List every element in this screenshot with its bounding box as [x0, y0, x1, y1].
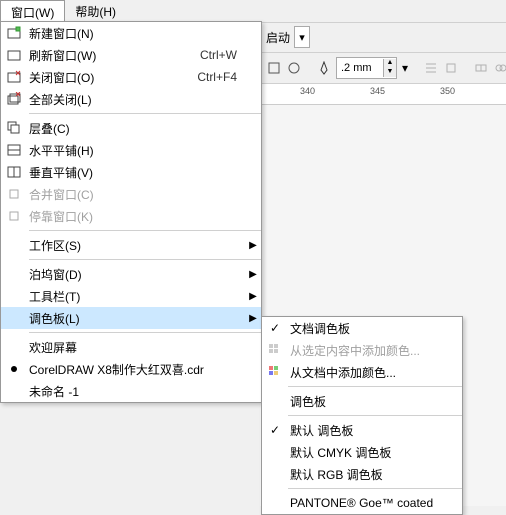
stroke-width-spinner[interactable]: .2 mm ▲▼: [336, 57, 397, 79]
menu-toolbars[interactable]: 工具栏(T) ▶: [1, 285, 261, 307]
menu-cascade[interactable]: 层叠(C): [1, 117, 261, 139]
stroke-dropdown[interactable]: ▾: [401, 55, 409, 81]
align-tool-icon[interactable]: [423, 55, 439, 81]
tool-btn-2[interactable]: [286, 55, 302, 81]
close-icon: [1, 70, 27, 84]
submenu-palette[interactable]: 调色板: [262, 390, 462, 412]
menu-doc-1[interactable]: CorelDRAW X8制作大红双喜.cdr: [1, 358, 261, 380]
chevron-right-icon: ▶: [245, 269, 261, 280]
menu-dock-window: 停靠窗口(K): [1, 205, 261, 227]
stroke-width-value: .2 mm: [337, 62, 383, 74]
menu-refresh-window[interactable]: 刷新窗口(W) Ctrl+W: [1, 44, 261, 66]
menu-palettes[interactable]: 调色板(L) ▶: [1, 307, 261, 329]
tool-btn-1[interactable]: [266, 55, 282, 81]
menubar: 窗口(W) 帮助(H): [0, 0, 506, 23]
close-shortcut: Ctrl+F4: [197, 70, 245, 84]
tool-btn-6[interactable]: [473, 55, 489, 81]
menu-welcome-screen[interactable]: 欢迎屏幕: [1, 336, 261, 358]
palette-grid-icon: [262, 343, 288, 357]
submenu-doc-palette[interactable]: ✓ 文档调色板: [262, 317, 462, 339]
menu-doc-2[interactable]: 未命名 -1: [1, 380, 261, 402]
menu-workspace[interactable]: 工作区(S) ▶: [1, 234, 261, 256]
refresh-icon: [1, 48, 27, 62]
launch-dropdown[interactable]: ▾: [294, 26, 310, 48]
palettes-submenu: ✓ 文档调色板 从选定内容中添加颜色... 从文档中添加颜色... 调色板 ✓ …: [261, 316, 463, 515]
submenu-add-from-document[interactable]: 从文档中添加颜色...: [262, 361, 462, 383]
menu-new-window[interactable]: 新建窗口(N): [1, 22, 261, 44]
menubar-help[interactable]: 帮助(H): [65, 0, 126, 22]
menubar-window[interactable]: 窗口(W): [0, 0, 65, 22]
menu-close-all[interactable]: 全部关闭(L): [1, 88, 261, 110]
palette-add-icon: [262, 365, 288, 379]
tile-vertical-icon: [1, 165, 27, 179]
new-window-icon: [1, 26, 27, 40]
tile-horizontal-icon: [1, 143, 27, 157]
submenu-pantone[interactable]: PANTONE® Goe™ coated: [262, 492, 462, 514]
stop-icon: [1, 209, 27, 223]
tool-btn-5[interactable]: [443, 55, 459, 81]
submenu-default-cmyk[interactable]: 默认 CMYK 调色板: [262, 441, 462, 463]
spinner-down[interactable]: ▼: [384, 68, 396, 77]
checkmark-icon: ✓: [262, 321, 288, 335]
merge-icon: [1, 187, 27, 201]
active-doc-bullet: [1, 366, 27, 372]
checkmark-icon: ✓: [262, 423, 288, 437]
menu-tile-vertical[interactable]: 垂直平铺(V): [1, 161, 261, 183]
spinner-up[interactable]: ▲: [384, 59, 396, 68]
menu-dockers[interactable]: 泊坞窗(D) ▶: [1, 263, 261, 285]
refresh-shortcut: Ctrl+W: [200, 48, 245, 62]
menu-merge-windows: 合并窗口(C): [1, 183, 261, 205]
horizontal-ruler: 340 345 350: [260, 84, 506, 105]
menu-close-window[interactable]: 关闭窗口(O) Ctrl+F4: [1, 66, 261, 88]
pen-tool-icon[interactable]: [316, 55, 332, 81]
submenu-default-palette[interactable]: ✓ 默认 调色板: [262, 419, 462, 441]
menu-tile-horizontal[interactable]: 水平平铺(H): [1, 139, 261, 161]
tool-btn-7[interactable]: [493, 55, 506, 81]
launch-label: 启动: [266, 29, 290, 46]
submenu-default-rgb[interactable]: 默认 RGB 调色板: [262, 463, 462, 485]
chevron-right-icon: ▶: [245, 313, 261, 324]
submenu-add-from-selection: 从选定内容中添加颜色...: [262, 339, 462, 361]
cascade-icon: [1, 121, 27, 135]
window-menu: 新建窗口(N) 刷新窗口(W) Ctrl+W 关闭窗口(O) Ctrl+F4 全…: [0, 21, 262, 403]
chevron-right-icon: ▶: [245, 240, 261, 251]
chevron-right-icon: ▶: [245, 291, 261, 302]
close-all-icon: [1, 92, 27, 106]
